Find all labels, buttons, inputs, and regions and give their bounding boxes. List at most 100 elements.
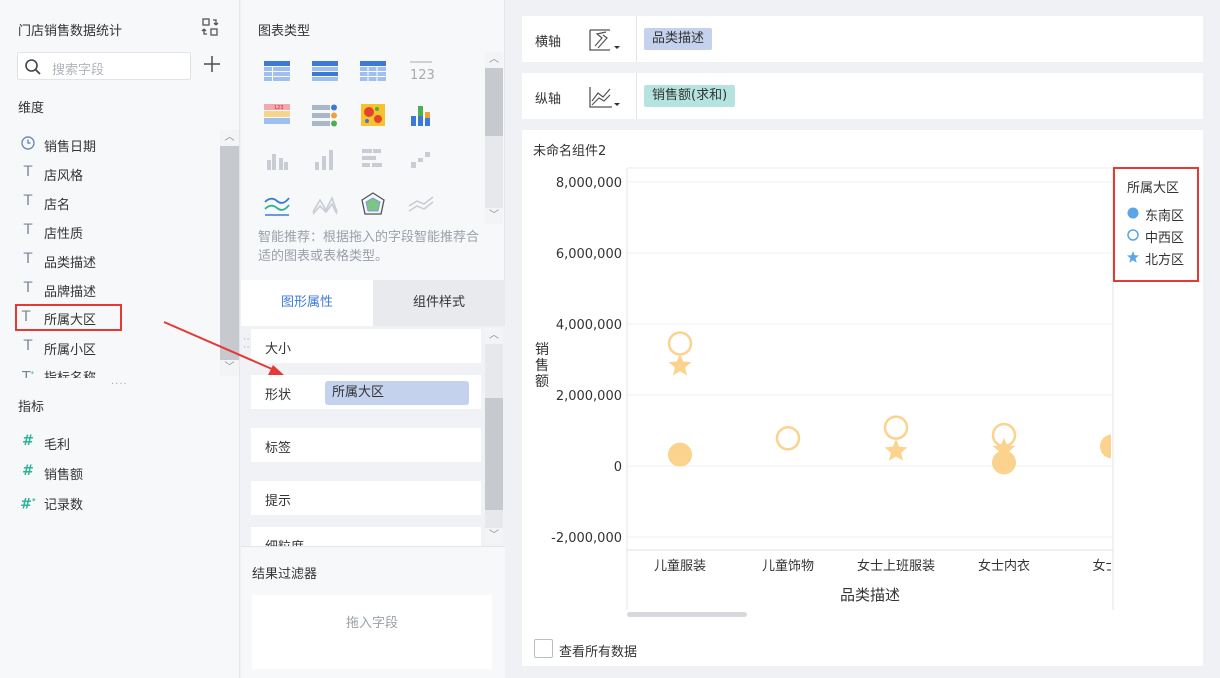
number-card-icon[interactable]: 123 — [407, 58, 435, 84]
prop-granularity[interactable]: 细粒度 — [251, 527, 481, 546]
detail-table-icon[interactable] — [359, 58, 387, 84]
chart-type-title: 图表类型 — [258, 24, 311, 39]
field-store-style[interactable]: T 店风格 — [18, 161, 198, 185]
dimension-scrollbar[interactable]: ︿ ﹀ — [220, 130, 239, 376]
divider — [636, 16, 637, 62]
resize-grip[interactable]: ···· — [111, 379, 128, 390]
x-tick-label: 女士内衣 — [978, 558, 1030, 574]
field-sales-date[interactable]: 销售日期 — [18, 132, 198, 156]
field-subregion[interactable]: T 所属小区 — [18, 335, 198, 359]
scroll-thumb[interactable] — [485, 398, 503, 510]
scatter-point-hollow-circle[interactable] — [667, 331, 693, 356]
scatter-point-filled-circle[interactable] — [1100, 434, 1124, 459]
scatter-point-star[interactable] — [668, 353, 692, 376]
measure-section-title: 指标 — [18, 400, 45, 415]
prop-tooltip[interactable]: 提示 — [251, 481, 481, 515]
y-tick-label: 0 — [614, 460, 622, 475]
property-tabs: 图形属性 组件样式 — [241, 280, 505, 326]
line-chart-icon[interactable] — [263, 192, 291, 218]
color-table-icon[interactable]: 123 — [263, 102, 291, 128]
switch-dataset-icon[interactable] — [200, 17, 220, 37]
field-region[interactable]: T 所属大区 — [15, 304, 122, 331]
x-axis-field-pill[interactable]: 品类描述 — [644, 28, 713, 50]
text-type-icon: T — [21, 309, 31, 325]
property-list: ⋮⋮ 大小 形状 所属大区 标签 提示 细粒度 — [241, 326, 505, 546]
chart-legend: 所属大区 东南区 中西区 北方区 — [1113, 167, 1199, 282]
y-tick-label: 6,000,000 — [556, 247, 622, 262]
field-sales-amount[interactable]: # 销售额 — [18, 460, 198, 484]
scroll-up-icon[interactable]: ︿ — [220, 130, 239, 146]
scroll-up-icon[interactable]: ︿ — [485, 52, 503, 68]
x-axis-title: 品类描述 — [840, 586, 900, 604]
chart-h-scroll-thumb — [627, 612, 747, 617]
scatter-point-filled-circle[interactable] — [668, 442, 692, 467]
scroll-thumb[interactable] — [485, 68, 503, 136]
text-type-icon: T — [23, 280, 33, 296]
search-icon — [25, 59, 41, 75]
chart-type-scrollbar[interactable]: ︿ ﹀ — [485, 52, 503, 224]
x-tick-label: 女士上班服装 — [857, 558, 935, 574]
field-gross-profit[interactable]: # 毛利 — [18, 430, 198, 454]
legend-item-north[interactable]: 北方区 — [1127, 247, 1197, 268]
filled-circle-icon — [1127, 207, 1139, 219]
group-table-icon[interactable] — [263, 58, 291, 84]
y-axis-field-pill[interactable]: 销售额(求和) — [644, 85, 736, 107]
prop-size[interactable]: 大小 — [251, 329, 481, 363]
scatter-point-hollow-circle[interactable] — [883, 415, 909, 440]
divider — [636, 73, 637, 119]
tab-graph-properties[interactable]: 图形属性 — [241, 280, 373, 326]
grouped-bar-icon[interactable] — [263, 146, 291, 172]
view-all-checkbox[interactable] — [534, 639, 553, 658]
legend-item-midwest[interactable]: 中西区 — [1127, 225, 1197, 246]
chart-component: 未命名组件2 8,000,000 6,000,000 4,000,000 2,000,… — [522, 130, 1203, 666]
bar-chart-icon[interactable] — [311, 146, 339, 172]
y-axis-sort-icon[interactable] — [586, 83, 624, 111]
y-tick-label: 2,000,000 — [556, 389, 622, 404]
legend-title: 所属大区 — [1127, 181, 1180, 196]
field-store-nature[interactable]: T 店性质 — [18, 219, 198, 243]
shape-field-chip[interactable]: 所属大区 — [325, 381, 469, 405]
field-store-name[interactable]: T 店名 — [18, 190, 198, 214]
field-category-desc[interactable]: T 品类描述 — [18, 248, 198, 272]
scroll-down-icon[interactable]: ﹀ — [220, 360, 239, 376]
waterfall-icon[interactable] — [407, 146, 435, 172]
field-record-count[interactable]: #* 记录数 — [18, 490, 198, 514]
result-filter-dropzone[interactable]: 拖入字段 — [252, 595, 492, 669]
scatter-point-star[interactable] — [884, 439, 908, 461]
svg-text:123: 123 — [274, 105, 284, 111]
kpi-table-icon[interactable] — [311, 102, 339, 128]
search-placeholder: 搜索字段 — [52, 63, 105, 78]
plot-layer: 儿童服装 儿童饰物 女士上班服装 女士内衣 女士成 — [654, 331, 1124, 574]
y-axis-title-char: 额 — [535, 374, 549, 390]
cross-table-icon[interactable] — [311, 58, 339, 84]
area-chart-icon[interactable] — [311, 192, 339, 218]
field-panel: 门店销售数据统计 搜索字段 维度 销售日期 T 店风格 T 店名 T 店性质 T… — [0, 0, 240, 678]
scroll-down-icon[interactable]: ﹀ — [485, 208, 503, 224]
add-field-icon[interactable] — [202, 54, 222, 74]
scatter-point-hollow-circle[interactable] — [775, 426, 801, 451]
x-axis-sort-icon[interactable] — [586, 26, 624, 54]
y-axis-title-char: 售 — [535, 358, 549, 374]
heatmap-icon[interactable] — [359, 102, 387, 128]
tab-component-style[interactable]: 组件样式 — [373, 280, 505, 326]
scroll-thumb[interactable] — [220, 146, 239, 360]
horizontal-bar-icon[interactable] — [359, 146, 387, 172]
prop-label[interactable]: 标签 — [251, 428, 481, 462]
property-scrollbar[interactable]: ︿ ﹀ — [485, 328, 503, 544]
clock-icon — [21, 136, 35, 150]
text-type-icon: T — [23, 193, 33, 209]
field-brand-desc[interactable]: T 品牌描述 — [18, 277, 198, 301]
dimension-section-title: 维度 — [18, 101, 45, 116]
scroll-up-icon[interactable]: ︿ — [485, 328, 503, 344]
multi-line-icon[interactable] — [407, 192, 435, 218]
legend-item-southeast[interactable]: 东南区 — [1127, 203, 1197, 224]
text-type-icon: T — [23, 222, 33, 238]
field-search[interactable]: 搜索字段 — [17, 52, 191, 80]
scatter-chart[interactable]: 8,000,000 6,000,000 4,000,000 2,000,000 0 -2,… — [522, 130, 1203, 630]
radar-chart-icon[interactable] — [359, 192, 387, 218]
field-metric-name[interactable]: T* 指标名称 — [18, 363, 198, 378]
svg-text:123: 123 — [410, 68, 435, 83]
prop-shape[interactable]: 形状 所属大区 — [251, 375, 481, 409]
scroll-down-icon[interactable]: ﹀ — [485, 528, 503, 544]
stacked-bar-icon[interactable] — [407, 102, 435, 128]
